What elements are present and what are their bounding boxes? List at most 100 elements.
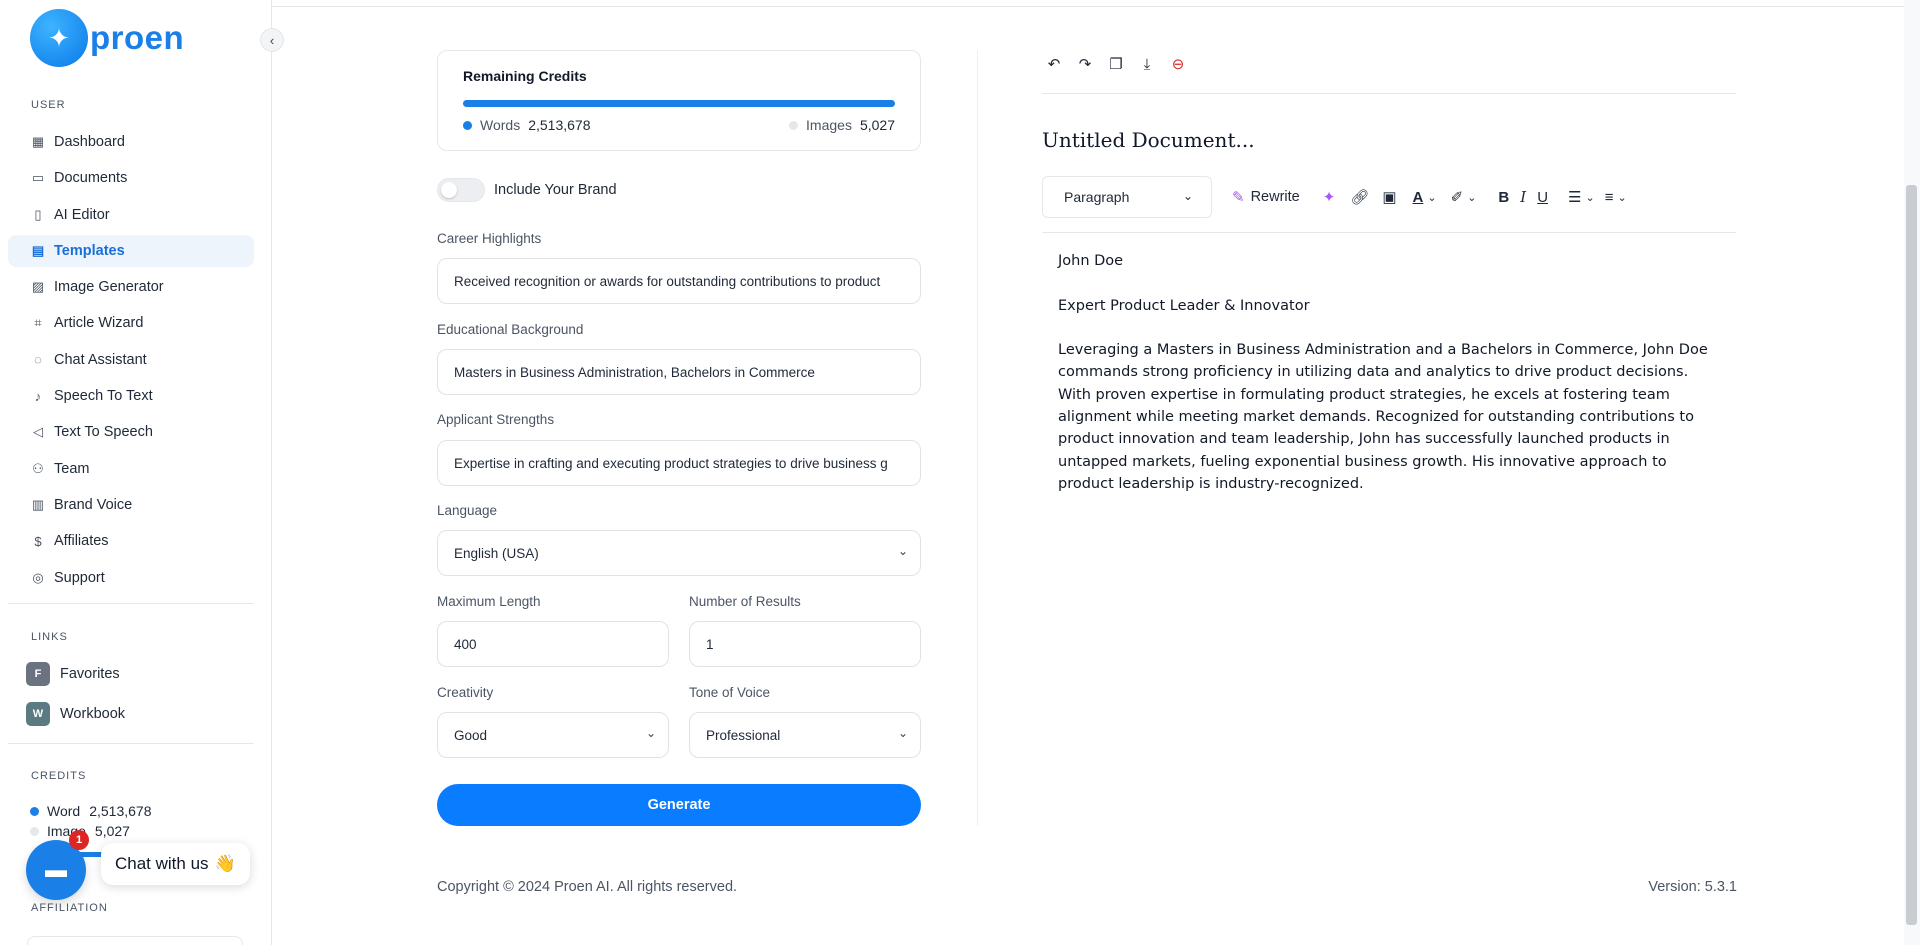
collapse-sidebar-button[interactable]: ‹	[260, 28, 284, 52]
section-label-affiliation: AFFILIATION	[31, 902, 108, 914]
numbered-list-icon[interactable]: ≡	[1605, 185, 1614, 209]
sidebar-item-documents[interactable]: ▭ Documents	[8, 162, 254, 194]
chevron-down-icon: ⌄	[645, 726, 656, 740]
sidebar-item-text-to-speech[interactable]: ◁ Text To Speech	[8, 416, 254, 448]
italic-icon[interactable]: I	[1520, 185, 1526, 209]
chat-label: Chat with us	[115, 854, 209, 873]
sidebar: ✦ proen USER ▦ Dashboard ▭ Documents ▯ A…	[0, 0, 272, 945]
editor-divider	[1042, 93, 1736, 94]
link-icon[interactable]: 🔗︎	[1350, 185, 1369, 209]
sidebar-nav: ▦ Dashboard ▭ Documents ▯ AI Editor ▤ Te…	[8, 126, 254, 598]
text-color-icon[interactable]: A	[1413, 185, 1424, 209]
words-dot	[463, 120, 472, 130]
credit-word: Word 2,513,678	[30, 803, 152, 819]
footer-copyright: Copyright © 2024 Proen AI. All rights re…	[437, 879, 738, 895]
document-body[interactable]: John Doe Expert Product Leader & Innovat…	[1058, 250, 1718, 518]
top-divider	[272, 6, 1920, 7]
file-text-icon: ▤	[31, 242, 45, 258]
link-favorites[interactable]: F Favorites	[26, 662, 120, 686]
section-label-credits: CREDITS	[31, 770, 87, 782]
maximum-length-input[interactable]: 400	[437, 621, 669, 667]
document-title[interactable]: Untitled Document...	[1042, 128, 1255, 152]
remaining-credits-bar	[463, 100, 895, 107]
credit-word-value: 2,513,678	[89, 803, 152, 819]
images-value: 5,027	[859, 117, 895, 133]
bold-icon[interactable]: B	[1498, 185, 1509, 209]
image-icon[interactable]: ▣	[1382, 185, 1396, 209]
educational-background-label: Educational Background	[437, 322, 584, 337]
wave-emoji: 👋	[214, 854, 236, 873]
chevron-down-icon[interactable]: ⌄	[1467, 185, 1476, 209]
section-label-user: USER	[31, 99, 66, 111]
sidebar-item-article-wizard[interactable]: ⌗ Article Wizard	[8, 307, 254, 339]
applicant-strengths-input[interactable]: Expertise in crafting and executing prod…	[437, 440, 921, 486]
sidebar-divider	[8, 743, 254, 744]
sidebar-item-speech-to-text[interactable]: ♪ Speech To Text	[8, 380, 254, 412]
educational-background-input[interactable]: Masters in Business Administration, Bach…	[437, 349, 921, 395]
sidebar-item-label: Templates	[54, 242, 125, 259]
sidebar-item-label: Dashboard	[54, 134, 125, 150]
scrollbar-thumb[interactable]	[1906, 185, 1917, 925]
career-highlights-input[interactable]: Received recognition or awards for outst…	[437, 258, 921, 304]
rewrite-button[interactable]: ✎ Rewrite	[1232, 188, 1300, 206]
sidebar-item-label: Team	[54, 460, 90, 477]
words-label: Words	[480, 117, 521, 133]
creativity-select[interactable]: Good ⌄	[437, 712, 669, 758]
include-brand-label: Include Your Brand	[494, 182, 617, 198]
language-label: Language	[437, 503, 498, 518]
include-brand-toggle[interactable]	[437, 178, 485, 202]
educational-background-value: Masters in Business Administration, Bach…	[454, 364, 815, 380]
chevron-down-icon[interactable]: ⌄	[1427, 185, 1436, 209]
link-workbook[interactable]: W Workbook	[26, 702, 125, 726]
chevron-down-icon[interactable]: ⌄	[1585, 185, 1594, 209]
sidebar-item-support[interactable]: ◎ Support	[8, 562, 254, 594]
app-root: ✦ proen USER ▦ Dashboard ▭ Documents ▯ A…	[0, 0, 1920, 945]
tone-of-voice-value: Professional	[706, 727, 781, 743]
sidebar-item-templates[interactable]: ▤ Templates	[8, 234, 254, 267]
download-icon[interactable]: ⤓	[1135, 52, 1159, 76]
sidebar-item-chat-assistant[interactable]: ◌ Chat Assistant	[8, 344, 254, 376]
panel-divider	[977, 50, 978, 826]
career-highlights-label: Career Highlights	[437, 231, 542, 246]
underline-icon[interactable]: U	[1537, 185, 1548, 209]
creativity-value: Good	[454, 727, 488, 743]
delete-icon[interactable]: ⊖	[1166, 52, 1190, 76]
affiliation-box[interactable]	[27, 936, 243, 945]
sparkles-icon[interactable]: ✦	[1323, 185, 1336, 209]
redo-icon[interactable]: ↷	[1073, 52, 1097, 76]
highlighter-icon[interactable]: ✐	[1451, 185, 1464, 209]
images-label: Images	[806, 117, 852, 133]
undo-icon[interactable]: ↶	[1042, 52, 1066, 76]
document-paragraph: Leveraging a Masters in Business Adminis…	[1058, 342, 1708, 492]
chevron-down-icon[interactable]: ⌄	[1617, 185, 1626, 209]
sidebar-item-dashboard[interactable]: ▦ Dashboard	[8, 126, 254, 158]
tone-of-voice-select[interactable]: Professional ⌄	[689, 712, 921, 758]
sidebar-item-ai-editor[interactable]: ▯ AI Editor	[8, 199, 254, 231]
favorites-badge: F	[26, 662, 50, 686]
copy-icon[interactable]: ❐	[1104, 52, 1128, 76]
remaining-images: Images 5,027	[789, 117, 895, 133]
credit-image-value: 5,027	[94, 823, 130, 839]
book-icon: ▯	[34, 206, 42, 222]
sidebar-item-label: Affiliates	[54, 533, 109, 550]
maximum-length-value: 400	[454, 636, 477, 652]
sidebar-item-affiliates[interactable]: $ Affiliates	[8, 525, 254, 557]
sidebar-item-image-generator[interactable]: ▨ Image Generator	[8, 271, 254, 303]
generate-button[interactable]: Generate	[437, 784, 921, 826]
remaining-credits-card: Remaining Credits Words 2,513,678 Images…	[437, 50, 921, 151]
remaining-credits-fill	[463, 100, 895, 107]
link-label: Workbook	[60, 706, 126, 722]
paragraph-select[interactable]: Paragraph ⌄	[1042, 176, 1212, 218]
sidebar-item-brand-voice[interactable]: ▥ Brand Voice	[8, 489, 254, 521]
chat-with-us-pill[interactable]: Chat with us 👋	[101, 843, 250, 885]
language-select[interactable]: English (USA) ⌄	[437, 530, 921, 576]
number-of-results-input[interactable]: 1	[689, 621, 921, 667]
language-value: English (USA)	[454, 545, 539, 561]
chevron-down-icon: ⌄	[897, 726, 908, 740]
sidebar-item-label: Chat Assistant	[54, 351, 147, 368]
logo[interactable]: ✦ proen	[30, 9, 184, 67]
chat-notification-badge: 1	[69, 830, 89, 850]
pen-icon: ✎	[1232, 189, 1245, 206]
bullet-list-icon[interactable]: ☰	[1568, 185, 1581, 209]
sidebar-item-team[interactable]: ⚇ Team	[8, 453, 254, 485]
